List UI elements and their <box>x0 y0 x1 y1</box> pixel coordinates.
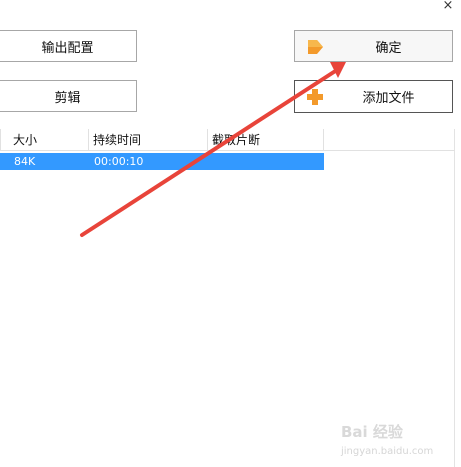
output-config-label: 输出配置 <box>41 40 94 56</box>
add-file-label: 添加文件 <box>362 91 415 106</box>
column-header-size[interactable]: 大小 <box>0 129 89 151</box>
watermark-url: jingyan.baidu.com <box>341 446 434 457</box>
cell-size: 84K <box>14 155 36 168</box>
confirm-label: 确定 <box>375 40 402 56</box>
column-header-cut-segment[interactable]: 截取片断 <box>208 129 324 151</box>
cell-duration: 00:00:10 <box>94 155 144 168</box>
table-row[interactable]: 84K 00:00:10 <box>0 153 324 170</box>
confirm-button[interactable]: 确定 <box>294 30 453 62</box>
add-file-button[interactable]: 添加文件 <box>294 80 453 113</box>
orange-arrow-icon <box>308 40 323 54</box>
column-header-duration[interactable]: 持续时间 <box>89 129 208 151</box>
output-config-button[interactable]: 输出配置 <box>0 30 137 62</box>
file-list-header: 大小 持续时间 截取片断 <box>0 129 455 151</box>
file-list[interactable]: 大小 持续时间 截取片断 84K 00:00:10 <box>0 129 455 467</box>
orange-plus-icon <box>307 89 323 105</box>
close-icon[interactable]: × <box>441 0 455 14</box>
clip-label: 剪辑 <box>54 90 81 106</box>
baidu-watermark: Bai 经验 jingyan.baidu.com <box>341 422 457 462</box>
clip-button[interactable]: 剪辑 <box>0 80 137 112</box>
watermark-brand: Bai 经验 <box>341 423 403 441</box>
